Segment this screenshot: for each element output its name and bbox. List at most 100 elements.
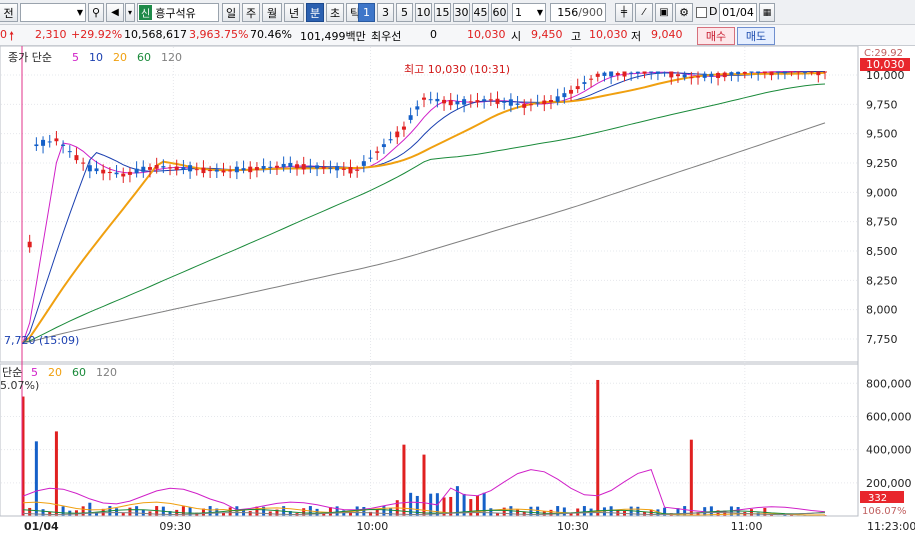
interval-button-3[interactable]: 3 [377,3,394,22]
date-input[interactable]: 01/04 [719,3,757,22]
volume-bar [389,507,393,516]
candle-body [495,98,500,104]
volume-tick-label: 400,000 [866,444,912,457]
volume-legend-item: 120 [96,366,117,379]
time-tick-label: 10:00 [357,520,389,533]
volume-bar [315,508,319,516]
candle-body [147,167,152,170]
calendar-icon: ▦ [762,7,772,18]
low-label: 저 [631,30,642,43]
time-tick-label: 10:30 [557,520,589,533]
list-button[interactable]: ▾ [125,3,135,22]
interval-button-5[interactable]: 5 [396,3,413,22]
volume-bar [556,506,560,516]
period-button-4[interactable]: 분 [306,3,324,22]
candle-body [662,72,667,74]
volume-bar [382,506,386,516]
candle-body [315,165,320,169]
time-tick-label: 01/04 [24,520,59,533]
candle-body [475,100,480,103]
candle-body [395,131,400,138]
count-field[interactable]: 156 /900 [550,3,606,22]
interval-button-10[interactable]: 10 [415,3,432,22]
candle-body [201,167,206,174]
candle-body [254,167,259,171]
interval-button-15[interactable]: 15 [434,3,451,22]
volume-ratio: 3,963.75% [189,28,249,41]
volume-bar [208,506,212,516]
save-button[interactable]: ▣ [655,3,673,22]
price-tick-label: 7,750 [866,333,898,346]
volume-bar [54,431,58,516]
date-value: 01/04 [722,6,754,19]
volume-bar [41,509,45,516]
candle-body [749,71,754,73]
volume-pct-label: 5.07%) [0,379,39,392]
candle-body [161,166,166,168]
volume-bar [81,506,85,516]
interval-button-60[interactable]: 60 [491,3,508,22]
speaker-icon: ◀ [111,7,119,18]
stock-code-input[interactable]: ▼ [20,3,86,22]
interval-select-value: 1 [515,6,522,19]
date-checkbox[interactable] [696,7,707,18]
period-button-0[interactable]: 일 [222,3,240,22]
interval-button-30[interactable]: 30 [453,3,470,22]
period-button-2[interactable]: 월 [262,3,282,22]
price-tick-label: 8,250 [866,274,898,287]
chevron-down-icon[interactable]: ▼ [77,8,83,17]
period-button-3[interactable]: 년 [284,3,304,22]
settings-button[interactable]: ⚙ [675,3,693,22]
buy-button[interactable]: 매수 [697,27,735,45]
left-tab[interactable]: 전 [0,3,18,22]
period-button-label: 월 [266,6,278,20]
interval-button-45[interactable]: 45 [472,3,489,22]
candle-body [27,241,32,248]
candle-body [502,101,507,103]
sell-button[interactable]: 매도 [737,27,775,45]
interval-select[interactable]: 1 ▼ [512,3,546,22]
calendar-button[interactable]: ▦ [759,3,775,22]
candle-body [782,71,787,74]
best-bid-label: 최우선 [371,30,402,43]
volume-bar [141,509,145,516]
left-tab-label: 전 [3,6,14,20]
volume-bar [689,439,693,516]
candle-body [114,172,119,175]
candle-body [528,104,533,106]
price-tick-label: 8,750 [866,216,898,229]
volume-bar [328,507,332,516]
candle-type-button[interactable]: ╪ [615,3,633,22]
indicator-button[interactable]: ⁄ [635,3,653,22]
search-button[interactable]: ⚲ [88,3,104,22]
candle-body [722,72,727,78]
candle-body [81,162,86,164]
candle-body [74,155,79,161]
volume-bar [749,509,753,516]
volume-tick-label: 800,000 [866,377,912,390]
candle-body [428,99,433,101]
candle-body [729,72,734,75]
low-annotation: 7,720 (15:09) [4,334,79,347]
period-button-1[interactable]: 주 [242,3,260,22]
candle-body [488,99,493,101]
volume-bar [402,444,406,516]
volume-bar [335,506,339,516]
sound-button[interactable]: ◀ [106,3,124,22]
quote-bar: 0 🠕 2,310 +29.92% 10,568,617 3,963.75% 7… [0,25,915,46]
candle-body [575,86,580,90]
interval-button-1[interactable]: 1 [358,3,375,22]
volume-bar [34,441,38,516]
candle-body [381,144,386,148]
candle-body [34,144,39,147]
chart-area[interactable]: 10,0009,7509,5009,2509,0008,7508,5008,25… [0,46,915,536]
period-button-label: 주 [245,6,257,20]
candle-body [174,166,179,170]
period-button-5[interactable]: 초 [326,3,344,22]
candle-body [375,151,380,153]
price-legend-prefix: 종가 단순 [8,51,52,64]
save-icon: ▣ [659,7,669,18]
volume-bar [48,511,52,516]
volume-legend-item: 60 [72,366,86,379]
stock-name-field[interactable]: 신 흥구석유 [137,3,219,22]
